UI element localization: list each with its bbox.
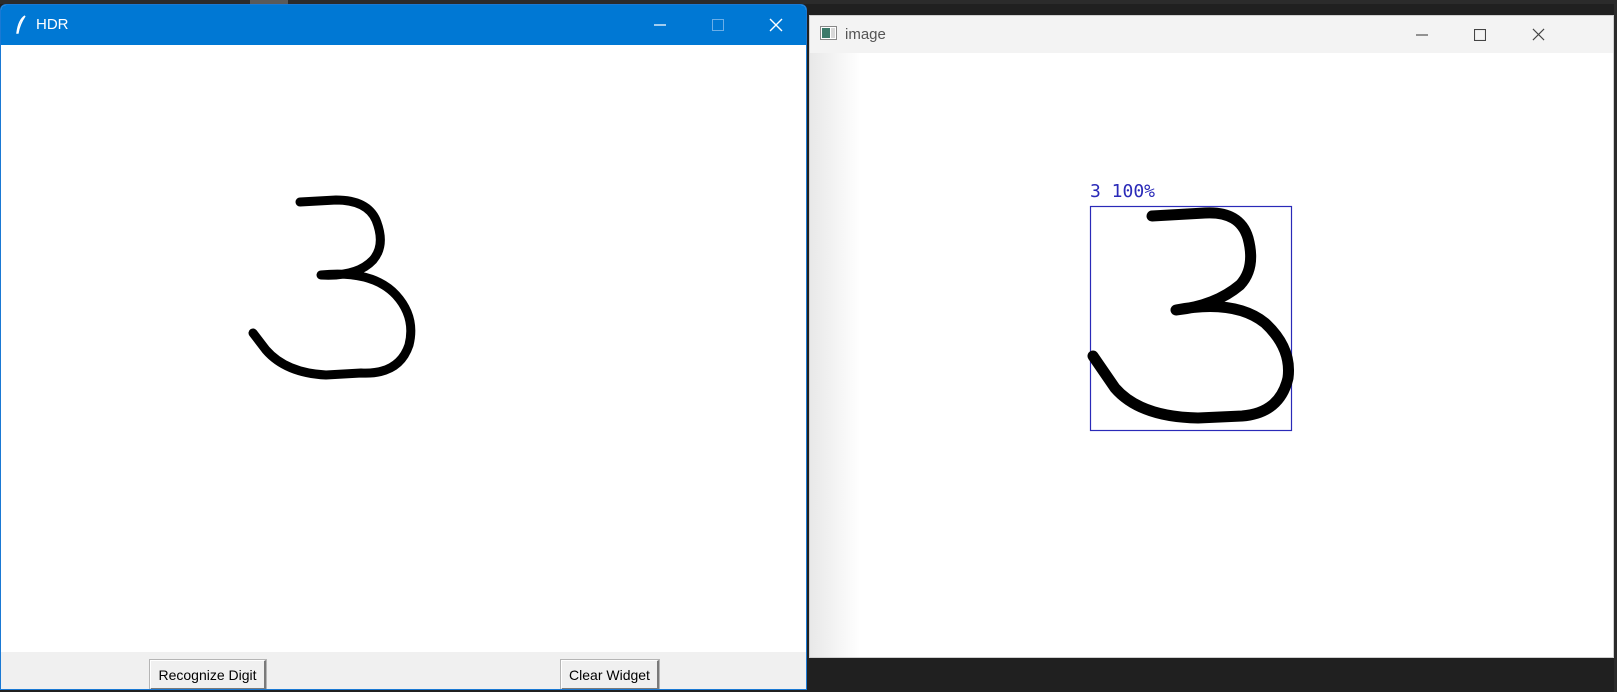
maximize-icon — [1474, 28, 1486, 41]
maximize-icon — [712, 19, 724, 31]
hdr-button-bar: Recognize Digit Clear Widget — [1, 652, 806, 689]
hdr-minimize-button[interactable] — [631, 5, 689, 45]
close-icon — [769, 18, 783, 32]
image-window: image 3 100% — [809, 15, 1614, 658]
hdr-window-title: HDR — [36, 16, 69, 33]
drawing-canvas[interactable] — [1, 45, 806, 652]
close-icon — [1532, 28, 1544, 41]
minimize-icon — [1416, 33, 1428, 36]
image-window-title: image — [845, 26, 886, 43]
image-title-bar[interactable]: image — [810, 16, 1613, 53]
recognize-digit-button[interactable]: Recognize Digit — [149, 659, 267, 689]
prediction-label: 3 100% — [1090, 181, 1156, 202]
minimize-icon — [654, 24, 666, 26]
hdr-title-bar[interactable]: HDR — [1, 5, 806, 45]
feather-icon — [16, 15, 26, 34]
result-digit-drawing — [1087, 205, 1295, 432]
image-close-button[interactable] — [1509, 16, 1567, 53]
clear-widget-button[interactable]: Clear Widget — [560, 659, 660, 689]
image-maximize-button[interactable] — [1451, 16, 1509, 53]
handwritten-digit-drawing — [248, 195, 416, 380]
hdr-close-button[interactable] — [747, 5, 805, 45]
image-window-icon — [820, 26, 837, 40]
hdr-window: HDR Recognize Digit Clear Widget — [0, 4, 807, 690]
result-image: 3 100% — [810, 53, 1613, 657]
image-minimize-button[interactable] — [1393, 16, 1451, 53]
hdr-maximize-button[interactable] — [689, 5, 747, 45]
